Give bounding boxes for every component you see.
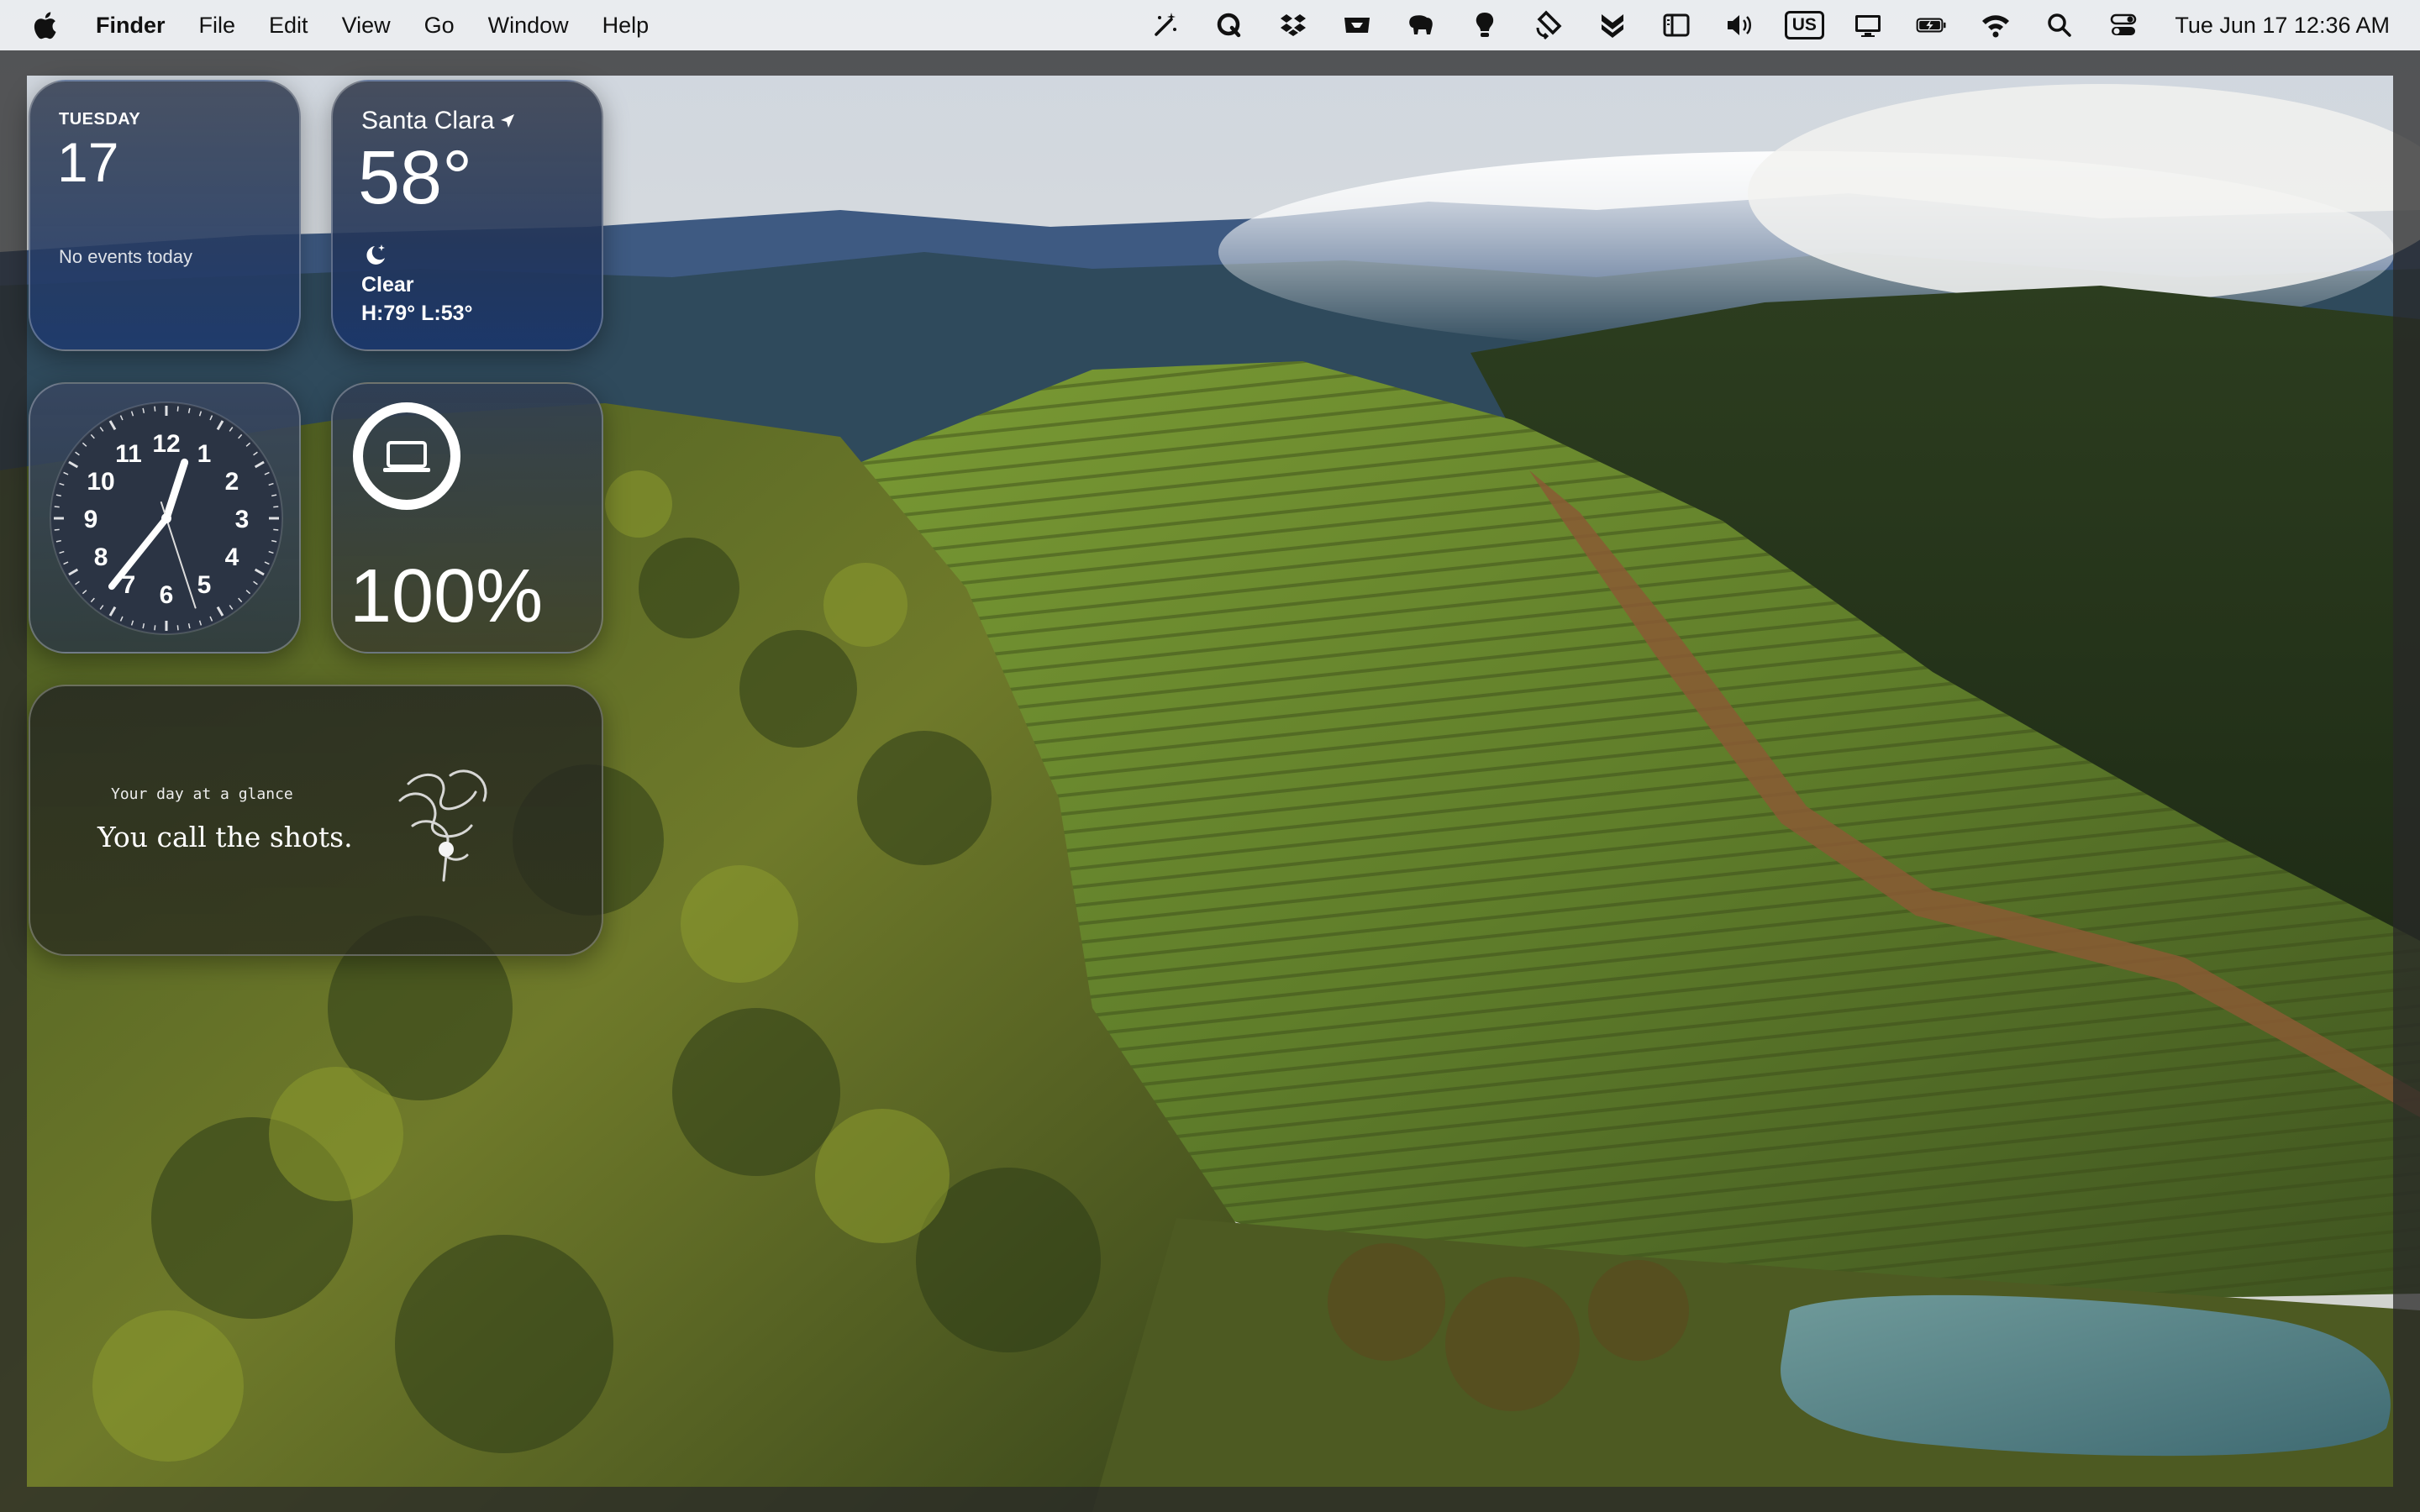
glance-subtitle: You call the shots.	[97, 821, 353, 853]
volume-icon[interactable]	[1721, 8, 1760, 42]
clock-tick	[176, 625, 179, 631]
clock-numeral: 11	[115, 440, 142, 468]
menu-bar: Finder File Edit View Go Window Help US …	[0, 0, 2420, 50]
control-center-icon[interactable]	[2104, 8, 2143, 42]
clock-numeral: 3	[235, 506, 250, 533]
weather-high-low: H:79° L:53°	[361, 302, 473, 325]
input-source-label: US	[1784, 11, 1824, 39]
calendar-weekday: TUESDAY	[59, 110, 141, 129]
weather-condition: Clear	[361, 273, 414, 297]
keyboard-input-icon[interactable]: US	[1784, 8, 1824, 42]
menu-help[interactable]: Help	[602, 13, 673, 39]
dropbox-icon[interactable]	[1274, 8, 1313, 42]
clock-numeral: 9	[84, 506, 98, 533]
battery-charging-icon[interactable]	[1912, 8, 1951, 42]
calendar-events-text: No events today	[59, 246, 192, 267]
menu-go[interactable]: Go	[424, 13, 478, 39]
smoke-illustration-icon	[398, 769, 487, 882]
clock-numeral: 8	[94, 543, 108, 571]
display-icon[interactable]	[1849, 8, 1887, 42]
clock-tick	[176, 406, 179, 412]
clock-numeral: 12	[152, 430, 180, 458]
wifi-icon[interactable]	[1976, 8, 2015, 42]
menu-bar-clock[interactable]: Tue Jun 17 12:36 AM	[2175, 13, 2390, 39]
glance-widget[interactable]: Your day at a glance You call the shots.	[29, 685, 603, 956]
lightbulb-app-icon[interactable]	[1465, 8, 1504, 42]
glance-title: Your day at a glance	[111, 785, 293, 803]
clock-numeral: 6	[160, 581, 174, 609]
clock-numeral: 5	[197, 571, 212, 599]
clock-widget[interactable]: 12 1 2 3 4 5 6 7 8 9 10 11	[29, 382, 301, 654]
menu-window[interactable]: Window	[488, 13, 592, 39]
location-arrow-icon	[501, 114, 515, 128]
q-app-icon[interactable]	[1210, 8, 1249, 42]
weather-temperature: 58°	[358, 136, 473, 220]
weather-city-label: Santa Clara	[361, 107, 495, 134]
moon-stars-icon	[366, 244, 385, 265]
rotate-app-icon[interactable]	[1529, 8, 1568, 42]
menu-edit[interactable]: Edit	[269, 13, 332, 39]
desktop: TUESDAY 17 No events today Santa Clara 5…	[0, 0, 2420, 1512]
battery-level-arc	[353, 402, 460, 510]
battery-widget[interactable]: 100%	[331, 382, 603, 654]
battery-percentage: 100%	[350, 554, 544, 638]
double-chevron-app-icon[interactable]	[1593, 8, 1632, 42]
calendar-widget[interactable]: TUESDAY 17 No events today	[29, 80, 301, 351]
tray-app-icon[interactable]	[1338, 8, 1376, 42]
weather-location: Santa Clara	[361, 107, 516, 135]
apple-menu-icon[interactable]	[32, 11, 57, 39]
menu-view[interactable]: View	[342, 13, 414, 39]
menu-file[interactable]: File	[199, 13, 260, 39]
clock-center-cap	[161, 513, 171, 523]
magic-wand-icon[interactable]	[1146, 8, 1185, 42]
menu-bar-status-area: US Tue Jun 17 12:36 AM	[1121, 0, 2390, 50]
weather-widget[interactable]: Santa Clara 58° Clear H:79° L:53°	[331, 80, 603, 351]
elephant-app-icon[interactable]	[1402, 8, 1440, 42]
clock-numeral: 4	[225, 543, 239, 571]
search-icon[interactable]	[2040, 8, 2079, 42]
battery-ring	[353, 402, 460, 510]
clock-numeral: 1	[197, 440, 212, 468]
analog-clock-face: 12 1234567891011	[50, 402, 283, 635]
clock-numeral: 10	[87, 468, 114, 496]
clock-tick	[273, 528, 279, 531]
calendar-day-number: 17	[57, 131, 119, 193]
laptop-icon	[383, 441, 430, 472]
clock-numeral: 2	[225, 468, 239, 496]
sidebar-app-icon[interactable]	[1657, 8, 1696, 42]
menu-app-name[interactable]: Finder	[96, 13, 189, 39]
clock-tick	[54, 528, 60, 531]
